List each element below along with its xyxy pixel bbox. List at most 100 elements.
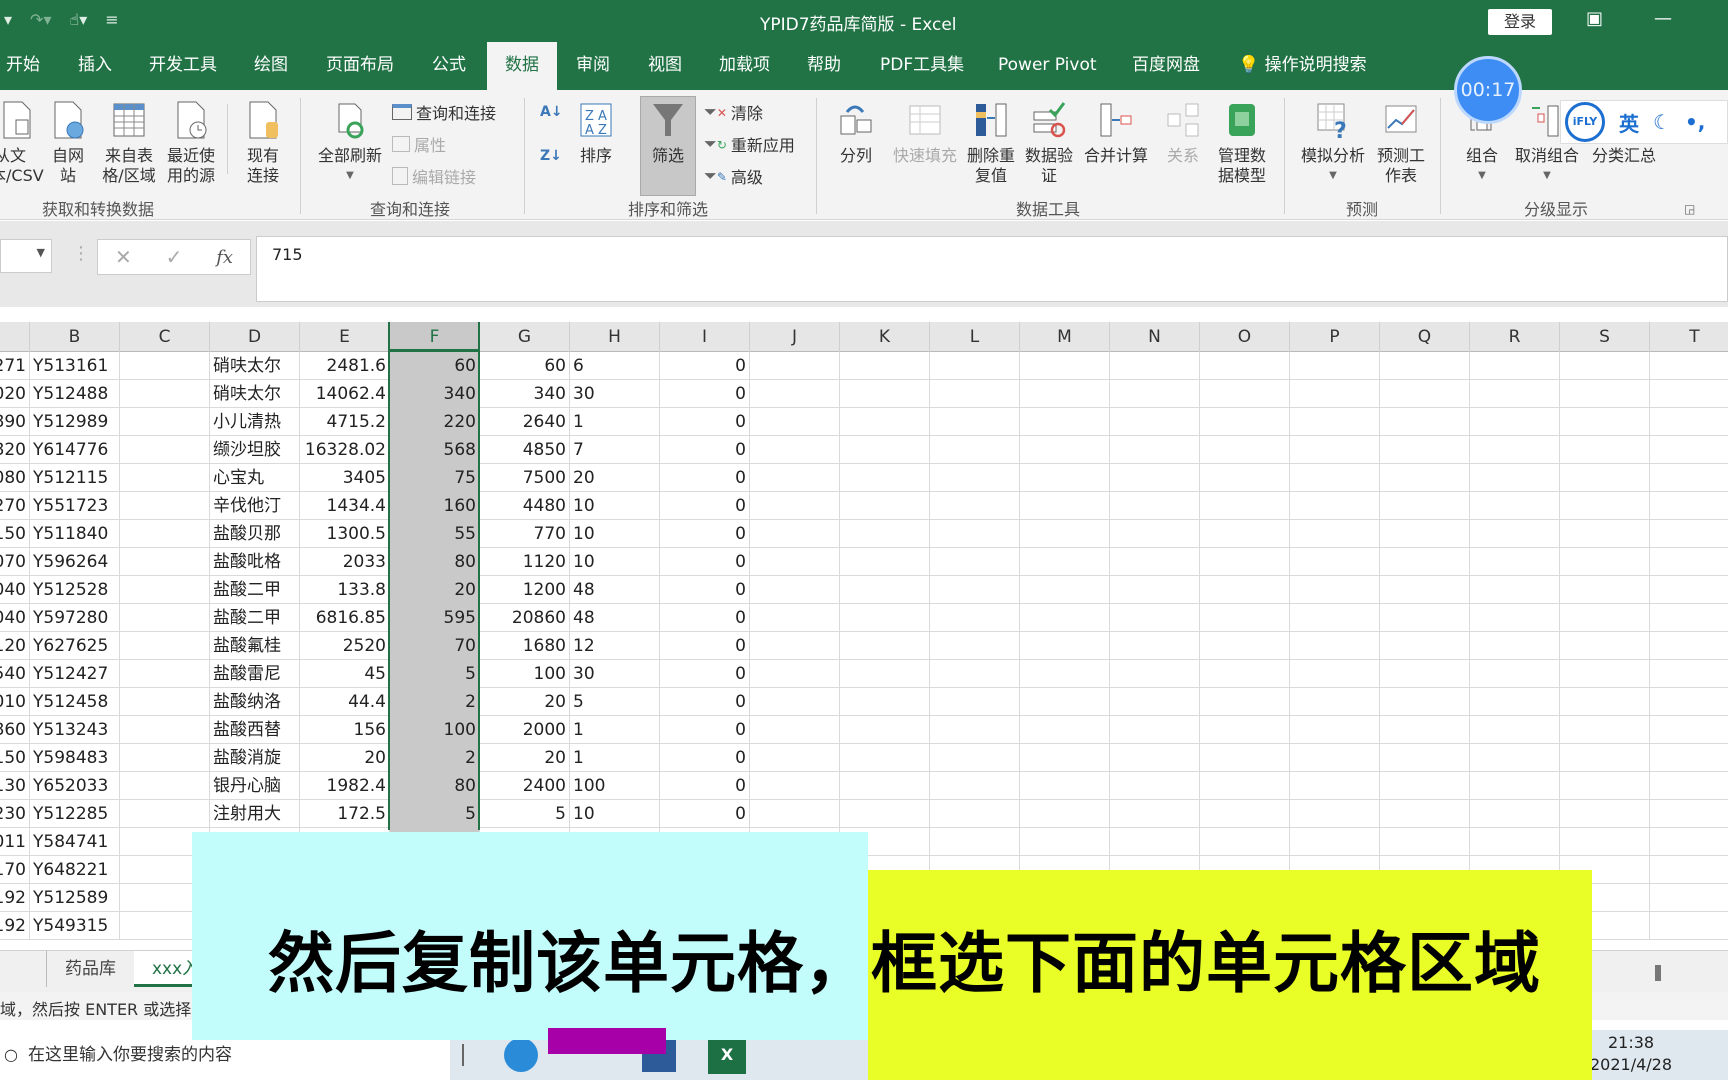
- insert-function-icon[interactable]: fx: [216, 247, 233, 268]
- minimize-icon[interactable]: —: [1654, 8, 1672, 29]
- cell-f[interactable]: 20: [390, 576, 480, 604]
- cell-o[interactable]: [1200, 352, 1290, 380]
- cell-h[interactable]: 6: [570, 352, 660, 380]
- column-header-s[interactable]: S: [1560, 322, 1650, 352]
- cell-p[interactable]: [1290, 604, 1380, 632]
- cell-i[interactable]: 0: [660, 436, 750, 464]
- cell-t[interactable]: [1650, 856, 1728, 884]
- horizontal-scroll-thumb[interactable]: [1655, 965, 1661, 981]
- cell-b[interactable]: Y512528: [30, 576, 120, 604]
- cell-t[interactable]: [1650, 912, 1728, 940]
- cell-b[interactable]: Y597280: [30, 604, 120, 632]
- cell-k[interactable]: [840, 464, 930, 492]
- cell-g[interactable]: 4850: [480, 436, 570, 464]
- cell-k[interactable]: [840, 548, 930, 576]
- cell-k[interactable]: [840, 772, 930, 800]
- cell-e[interactable]: 1434.4: [300, 492, 390, 520]
- cell-e[interactable]: 45: [300, 660, 390, 688]
- existing-connections-button[interactable]: 现有连接: [238, 100, 288, 186]
- column-header-n[interactable]: N: [1110, 322, 1200, 352]
- cell-j[interactable]: [750, 520, 840, 548]
- clear-filter-button[interactable]: ⏷✕ 清除: [704, 100, 763, 124]
- cell-h[interactable]: 1: [570, 744, 660, 772]
- cell-p[interactable]: [1290, 492, 1380, 520]
- cell-n[interactable]: [1110, 660, 1200, 688]
- cell-d[interactable]: 盐酸西替: [210, 716, 300, 744]
- cell-o[interactable]: [1200, 604, 1290, 632]
- cell-t[interactable]: [1650, 548, 1728, 576]
- cell-d[interactable]: 硝呋太尔: [210, 352, 300, 380]
- cell-g[interactable]: 1200: [480, 576, 570, 604]
- cell-i[interactable]: 0: [660, 632, 750, 660]
- cell-m[interactable]: [1020, 380, 1110, 408]
- cell-b[interactable]: Y511840: [30, 520, 120, 548]
- punctuation-icon[interactable]: •,: [1685, 110, 1705, 134]
- cell-n[interactable]: [1110, 632, 1200, 660]
- cell-e[interactable]: 1982.4: [300, 772, 390, 800]
- cell-c[interactable]: [120, 800, 210, 828]
- cell-r[interactable]: [1470, 380, 1560, 408]
- cell-r[interactable]: [1470, 492, 1560, 520]
- cell-j[interactable]: [750, 744, 840, 772]
- cell-k[interactable]: [840, 716, 930, 744]
- column-header-m[interactable]: M: [1020, 322, 1110, 352]
- cell-q[interactable]: [1380, 828, 1470, 856]
- cell-a[interactable]: 0020: [0, 380, 30, 408]
- cell-i[interactable]: 0: [660, 660, 750, 688]
- cell-d[interactable]: 盐酸消旋: [210, 744, 300, 772]
- cell-j[interactable]: [750, 492, 840, 520]
- tab-formulas[interactable]: 公式: [418, 42, 480, 90]
- cell-j[interactable]: [750, 688, 840, 716]
- cell-h[interactable]: 1: [570, 716, 660, 744]
- cell-r[interactable]: [1470, 464, 1560, 492]
- from-text-csv-button[interactable]: 从文本/CSV: [0, 100, 44, 186]
- cell-g[interactable]: 100: [480, 660, 570, 688]
- cell-e[interactable]: 44.4: [300, 688, 390, 716]
- cell-m[interactable]: [1020, 436, 1110, 464]
- cell-f[interactable]: 75: [390, 464, 480, 492]
- cell-o[interactable]: [1200, 632, 1290, 660]
- cell-c[interactable]: [120, 436, 210, 464]
- cell-d[interactable]: 硝呋太尔: [210, 380, 300, 408]
- cell-f[interactable]: 5: [390, 800, 480, 828]
- cell-k[interactable]: [840, 408, 930, 436]
- cell-m[interactable]: [1020, 828, 1110, 856]
- cell-g[interactable]: 60: [480, 352, 570, 380]
- cell-i[interactable]: 0: [660, 772, 750, 800]
- cell-m[interactable]: [1020, 492, 1110, 520]
- cell-s[interactable]: [1560, 352, 1650, 380]
- cell-k[interactable]: [840, 632, 930, 660]
- cell-d[interactable]: 盐酸二甲: [210, 576, 300, 604]
- cell-q[interactable]: [1380, 548, 1470, 576]
- cell-a[interactable]: 0150: [0, 520, 30, 548]
- cell-l[interactable]: [930, 604, 1020, 632]
- cell-h[interactable]: 30: [570, 660, 660, 688]
- cell-m[interactable]: [1020, 660, 1110, 688]
- cell-d[interactable]: 注射用大: [210, 800, 300, 828]
- cell-o[interactable]: [1200, 436, 1290, 464]
- forecast-sheet-button[interactable]: 预测工作表: [1376, 100, 1426, 186]
- cell-g[interactable]: 20: [480, 688, 570, 716]
- relationships-button[interactable]: 关系: [1158, 100, 1208, 166]
- cell-h[interactable]: 20: [570, 464, 660, 492]
- cell-s[interactable]: [1560, 632, 1650, 660]
- system-clock[interactable]: 21:38 2021/4/28: [1590, 1032, 1672, 1076]
- formula-input[interactable]: 715: [256, 236, 1728, 302]
- cell-e[interactable]: 133.8: [300, 576, 390, 604]
- cell-k[interactable]: [840, 604, 930, 632]
- cell-a[interactable]: 0130: [0, 772, 30, 800]
- cell-h[interactable]: 48: [570, 576, 660, 604]
- cell-f[interactable]: 340: [390, 380, 480, 408]
- cell-j[interactable]: [750, 408, 840, 436]
- cell-t[interactable]: [1650, 604, 1728, 632]
- cell-r[interactable]: [1470, 576, 1560, 604]
- cell-a[interactable]: 0192: [0, 912, 30, 940]
- flash-fill-button[interactable]: 快速填充: [888, 100, 962, 166]
- cell-e[interactable]: 2033: [300, 548, 390, 576]
- cell-s[interactable]: [1560, 604, 1650, 632]
- cell-i[interactable]: 0: [660, 352, 750, 380]
- cell-p[interactable]: [1290, 632, 1380, 660]
- cell-a[interactable]: 0010: [0, 688, 30, 716]
- from-web-button[interactable]: 自网站: [46, 100, 90, 186]
- column-header-d[interactable]: D: [210, 322, 300, 352]
